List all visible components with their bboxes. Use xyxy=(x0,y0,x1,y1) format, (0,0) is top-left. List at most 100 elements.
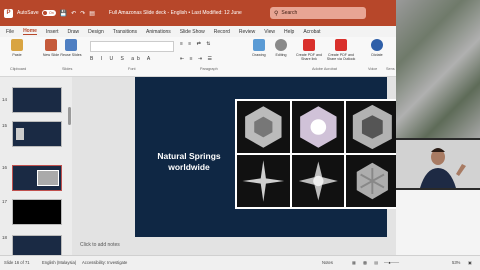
thumb-number: 14 xyxy=(2,97,8,102)
powerpoint-logo-icon: P xyxy=(4,8,13,18)
autosave-toggle[interactable]: On xyxy=(41,10,56,16)
slide-thumbnail-16[interactable] xyxy=(12,165,62,191)
tab-acrobat[interactable]: Acrobat xyxy=(303,29,320,35)
tab-help[interactable]: Help xyxy=(284,29,294,35)
shapes-icon xyxy=(253,39,265,51)
slide-title-line-1: Natural Springs xyxy=(157,151,221,161)
tab-design[interactable]: Design xyxy=(88,29,104,35)
tab-transitions[interactable]: Transitions xyxy=(113,29,137,35)
editing-button[interactable]: Editing xyxy=(270,39,292,57)
group-font: Font xyxy=(128,67,136,71)
group-adobe: Adobe Acrobat xyxy=(312,67,337,71)
new-slide-icon xyxy=(45,39,57,51)
tab-draw[interactable]: Draw xyxy=(67,29,79,35)
thumb-number: 16 xyxy=(2,165,8,170)
save-icon[interactable]: 💾 xyxy=(60,10,67,17)
status-bar: Slide 16 of 71 English (Malaysia) Access… xyxy=(0,255,480,270)
tab-view[interactable]: View xyxy=(264,29,275,35)
create-pdf-outlook-button[interactable]: Create PDF and Share via Outlook xyxy=(326,39,356,61)
participant-video-tile[interactable] xyxy=(396,190,480,255)
current-slide[interactable]: Natural Springs worldwide xyxy=(135,77,401,237)
search-placeholder: Search xyxy=(281,10,298,16)
ribbon: Paste New Slide Reuse Slides B I U S ab … xyxy=(0,37,396,77)
group-voice: Voice xyxy=(368,67,378,71)
paste-icon xyxy=(11,39,23,51)
tab-record[interactable]: Record xyxy=(214,29,230,35)
tab-home[interactable]: Home xyxy=(23,28,37,35)
crystal-image xyxy=(291,101,345,153)
slide-title-line-2: worldwide xyxy=(168,162,210,172)
paragraph-align-row[interactable]: ⇤ ≡ ⇥ ☰ xyxy=(180,56,242,65)
autosave-label: AutoSave xyxy=(17,10,39,16)
slide-thumbnail-14[interactable] xyxy=(12,87,62,113)
group-clipboard: Clipboard xyxy=(10,67,27,71)
toggle-knob xyxy=(42,11,47,15)
slide-title[interactable]: Natural Springs worldwide xyxy=(149,151,229,173)
search-box[interactable]: ⚲ Search xyxy=(270,7,366,19)
speaker-video-tile[interactable] xyxy=(396,140,480,188)
slide-thumbnail-17[interactable] xyxy=(12,199,62,225)
group-sensitivity: Sens xyxy=(386,67,395,71)
slide-thumbnail-15[interactable] xyxy=(12,121,62,147)
drawing-button[interactable]: Drawing xyxy=(248,39,270,57)
reuse-slides-label: Reuse Slides xyxy=(60,53,82,57)
group-paragraph: Paragraph xyxy=(200,67,218,71)
accessibility-status[interactable]: Accessibility: Investigate xyxy=(82,260,127,265)
crystal-image xyxy=(346,155,399,207)
thumb-crystals xyxy=(37,170,59,186)
thumb-photo xyxy=(16,128,24,140)
ribbon-group-labels: Clipboard Slides Font Paragraph Adobe Ac… xyxy=(0,67,396,75)
paste-label: Paste xyxy=(12,53,22,57)
editing-label: Editing xyxy=(275,53,287,57)
thumb-number: 18 xyxy=(2,235,8,240)
autosave-state: On xyxy=(49,11,54,15)
group-slides: Slides xyxy=(62,67,73,71)
thumb-number: 17 xyxy=(2,199,8,204)
redo-icon[interactable]: ↷ xyxy=(80,10,85,17)
create-pdf-share-label: Create PDF and Share link xyxy=(296,53,322,62)
document-title[interactable]: Full Amazonas Slide deck - English • Las… xyxy=(109,10,242,16)
dictate-label: Dictate xyxy=(371,53,383,57)
present-icon[interactable]: ▤ xyxy=(89,10,95,17)
paste-button[interactable]: Paste xyxy=(6,39,28,57)
notes-button[interactable]: Notes xyxy=(322,260,333,265)
water-crystals-photo[interactable] xyxy=(235,99,401,209)
zoom-level[interactable]: 53% xyxy=(452,260,460,265)
tab-slide-show[interactable]: Slide Show xyxy=(180,29,205,35)
title-bar: P AutoSave On 💾 ↶ ↷ ▤ Full Amazonas Slid… xyxy=(0,0,396,26)
tab-file[interactable]: File xyxy=(6,29,14,35)
crystal-image xyxy=(291,155,345,207)
microphone-icon xyxy=(371,39,383,51)
slide-thumbnail-pane: 14 15 16 17 18 xyxy=(0,77,72,261)
tab-insert[interactable]: Insert xyxy=(46,29,59,35)
fit-to-window-icon[interactable]: ▣ xyxy=(468,260,472,265)
powerpoint-window: P AutoSave On 💾 ↶ ↷ ▤ Full Amazonas Slid… xyxy=(0,0,480,270)
reuse-slides-icon xyxy=(65,39,77,51)
new-slide-label: New Slide xyxy=(42,53,60,57)
reuse-slides-button[interactable]: Reuse Slides xyxy=(60,39,82,57)
quick-access-toolbar: 💾 ↶ ↷ ▤ xyxy=(60,10,95,17)
search-icon: ⚲ xyxy=(274,10,279,17)
pdf-icon xyxy=(303,39,315,51)
undo-icon[interactable]: ↶ xyxy=(71,10,76,17)
zoom-slider[interactable]: —●—— xyxy=(384,260,399,265)
thumb-number: 15 xyxy=(2,123,8,128)
language-status[interactable]: English (Malaysia) xyxy=(42,260,76,265)
font-controls[interactable] xyxy=(90,41,174,52)
video-call-panel xyxy=(396,0,480,255)
font-format-row[interactable]: B I U S ab A xyxy=(90,56,174,65)
paragraph-controls[interactable]: ≡ ≡ ⇄ ⇅ xyxy=(180,41,242,50)
crystal-image xyxy=(346,101,399,153)
crystal-image xyxy=(237,155,290,207)
participant-video-tile[interactable] xyxy=(396,0,480,138)
notes-placeholder[interactable]: Click to add notes xyxy=(80,242,120,248)
tab-animations[interactable]: Animations xyxy=(146,29,171,35)
dictate-button[interactable]: Dictate xyxy=(366,39,388,57)
magnifier-icon xyxy=(275,39,287,51)
slide-count: Slide 16 of 71 xyxy=(4,260,30,265)
view-buttons[interactable]: ▦ ▩ ▤ xyxy=(352,260,381,265)
tab-review[interactable]: Review xyxy=(239,29,255,35)
create-pdf-share-button[interactable]: Create PDF and Share link xyxy=(296,39,322,61)
new-slide-button[interactable]: New Slide xyxy=(40,39,62,57)
thumbnail-scrollbar[interactable] xyxy=(68,107,71,125)
